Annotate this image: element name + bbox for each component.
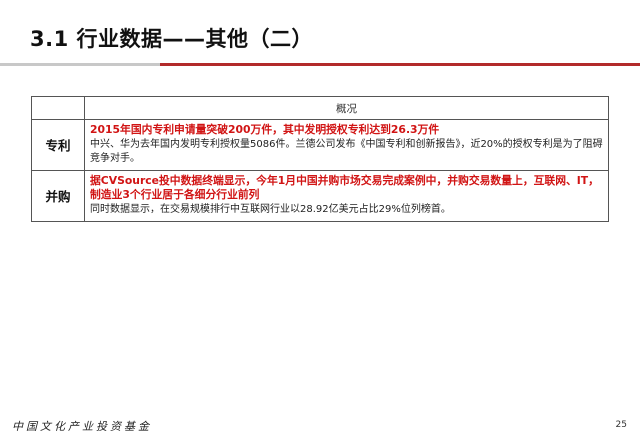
mna-body: 同时数据显示，在交易规模排行中互联网行业以28.92亿美元占比29%位列榜首。: [90, 203, 451, 215]
table-header-row: 概况: [31, 96, 609, 120]
row-label-patent: 专利: [31, 119, 85, 171]
header-empty-cell: [31, 96, 85, 120]
slide-title: 3.1 行业数据——其他（二）: [30, 27, 314, 51]
patent-highlight: 2015年国内专利申请量突破200万件，其中发明授权专利达到26.3万件: [90, 123, 440, 136]
row-label-mna: 并购: [31, 169, 85, 222]
row-content-patent: 2015年国内专利申请量突破200万件，其中发明授权专利达到26.3万件 中兴、…: [84, 119, 609, 171]
row-content-mna: 据CVSource投中数据终端显示，今年1月中国并购市场交易完成案例中，并购交易…: [84, 169, 609, 222]
table-header: 概况: [84, 96, 609, 120]
footer-logo: 中国文化产业投资基金: [12, 420, 152, 433]
overview-table: 概况 专利 2015年国内专利申请量突破200万件，其中发明授权专利达到26.3…: [31, 96, 609, 222]
divider-gray-segment: [0, 63, 160, 66]
page-number: 25: [615, 420, 627, 430]
patent-body: 中兴、华为去年国内发明专利授权量5086件。兰德公司发布《中国专利和创新报告》，…: [90, 138, 603, 164]
table-row: 专利 2015年国内专利申请量突破200万件，其中发明授权专利达到26.3万件 …: [31, 119, 609, 171]
table-row: 并购 据CVSource投中数据终端显示，今年1月中国并购市场交易完成案例中，并…: [31, 169, 609, 222]
mna-highlight: 据CVSource投中数据终端显示，今年1月中国并购市场交易完成案例中，并购交易…: [90, 173, 599, 202]
divider-red-segment: [160, 63, 640, 66]
title-divider: [0, 63, 640, 66]
